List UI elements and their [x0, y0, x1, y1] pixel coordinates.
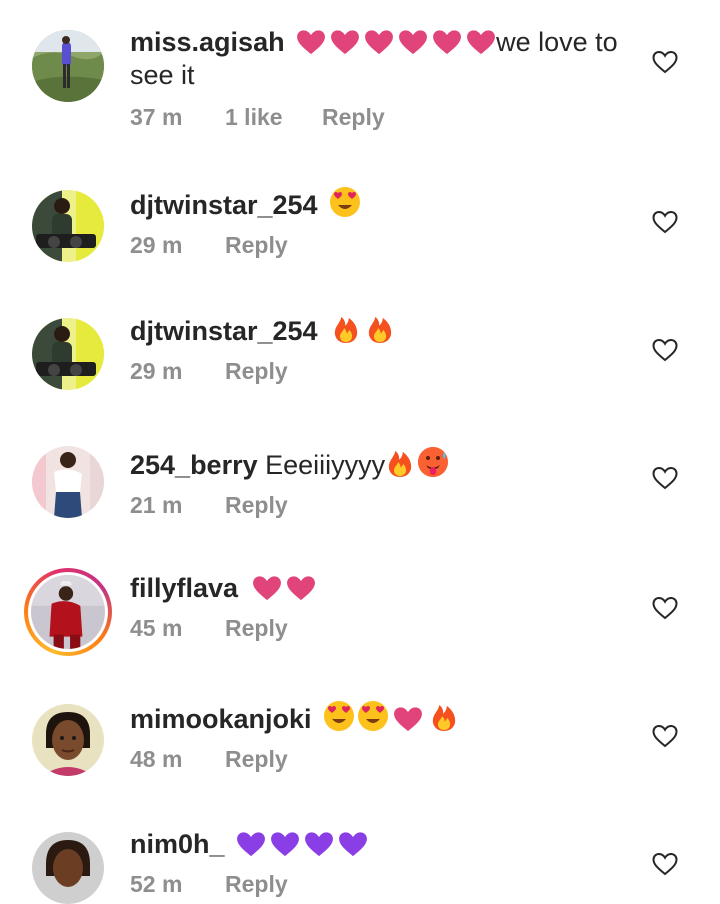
comment-text: fillyflava [130, 572, 630, 605]
fire-icon [431, 702, 457, 732]
reply-button[interactable]: Reply [225, 615, 288, 642]
comment-body: nim0h_ 52 m Reply [130, 828, 630, 901]
username[interactable]: mimookanjoki [130, 704, 312, 734]
comment-body: mimookanjoki 48 m Reply [130, 700, 630, 776]
avatar[interactable] [32, 832, 104, 904]
pink-heart-icon [398, 29, 428, 55]
purple-heart-icon [270, 831, 300, 857]
comment-message: Eeeiiiyyyy [265, 450, 386, 480]
comment-meta: 48 m Reply [130, 746, 630, 776]
comment-meta: 37 m 1 like Reply [130, 104, 630, 134]
comment-text: mimookanjoki [130, 700, 630, 736]
like-heart-icon[interactable] [652, 466, 678, 490]
comments-list: miss.agisah we love to see it 37 m 1 lik… [0, 0, 720, 904]
purple-heart-icon [338, 831, 368, 857]
like-heart-icon[interactable] [652, 724, 678, 748]
comment-body: fillyflava 45 m Reply [130, 572, 630, 645]
reply-button[interactable]: Reply [225, 232, 288, 259]
timestamp: 29 m [130, 358, 183, 384]
timestamp: 52 m [130, 871, 183, 897]
timestamp: 45 m [130, 615, 183, 641]
fire-icon [387, 448, 413, 478]
pink-heart-icon [364, 29, 394, 55]
username[interactable]: 254_berry [130, 450, 258, 480]
comment-meta: 52 m Reply [130, 871, 630, 901]
avatar[interactable] [32, 30, 104, 102]
comment-meta: 21 m Reply [130, 492, 630, 522]
like-heart-icon[interactable] [652, 210, 678, 234]
comment-text: miss.agisah we love to [130, 26, 630, 59]
comment-meta: 45 m Reply [130, 615, 630, 645]
pink-heart-icon [286, 575, 316, 601]
pink-heart-icon [296, 29, 326, 55]
username[interactable]: miss.agisah [130, 27, 285, 57]
username[interactable]: nim0h_ [130, 829, 225, 859]
username[interactable]: djtwinstar_254 [130, 190, 318, 220]
comment-text: 254_berry Eeeiiiyyyy [130, 446, 630, 482]
comment-body: djtwinstar_254 29 m Reply [130, 186, 630, 262]
pink-heart-icon [466, 29, 496, 55]
like-heart-icon[interactable] [652, 596, 678, 620]
username[interactable]: fillyflava [130, 573, 238, 603]
hot-face-icon [417, 446, 449, 478]
comment-message: we love to [496, 27, 618, 57]
avatar[interactable] [32, 190, 104, 262]
comment-text: djtwinstar_254 [130, 186, 630, 222]
heart-eyes-icon [323, 700, 355, 732]
pink-heart-icon [393, 706, 423, 732]
avatar[interactable] [32, 446, 104, 518]
timestamp: 29 m [130, 232, 183, 258]
reply-button[interactable]: Reply [225, 492, 288, 519]
timestamp: 21 m [130, 492, 183, 518]
heart-eyes-icon [357, 700, 389, 732]
reply-button[interactable]: Reply [322, 104, 385, 131]
fire-icon [367, 314, 393, 344]
reply-button[interactable]: Reply [225, 871, 288, 898]
comment-text: djtwinstar_254 [130, 314, 630, 348]
comment-body: miss.agisah we love to see it 37 m 1 lik… [130, 26, 630, 134]
fire-icon [333, 314, 359, 344]
username[interactable]: djtwinstar_254 [130, 316, 318, 346]
pink-heart-icon [432, 29, 462, 55]
comment-meta: 29 m Reply [130, 358, 630, 388]
avatar[interactable] [32, 318, 104, 390]
timestamp: 48 m [130, 746, 183, 772]
reply-button[interactable]: Reply [225, 746, 288, 773]
like-heart-icon[interactable] [652, 852, 678, 876]
purple-heart-icon [304, 831, 334, 857]
heart-eyes-icon [329, 186, 361, 218]
timestamp: 37 m [130, 104, 183, 130]
comment-meta: 29 m Reply [130, 232, 630, 262]
like-heart-icon[interactable] [652, 50, 678, 74]
like-heart-icon[interactable] [652, 338, 678, 362]
comment-body: djtwinstar_254 29 m Reply [130, 314, 630, 388]
avatar [31, 575, 105, 649]
avatar[interactable] [32, 704, 104, 776]
pink-heart-icon [252, 575, 282, 601]
avatar-story-ring[interactable] [24, 568, 112, 656]
comment-body: 254_berry Eeeiiiyyyy 21 m Reply [130, 446, 630, 522]
comment-text-continued: see it [130, 60, 195, 90]
comment-text: nim0h_ [130, 828, 630, 861]
reply-button[interactable]: Reply [225, 358, 288, 385]
like-count[interactable]: 1 like [225, 104, 283, 131]
pink-heart-icon [330, 29, 360, 55]
purple-heart-icon [236, 831, 266, 857]
